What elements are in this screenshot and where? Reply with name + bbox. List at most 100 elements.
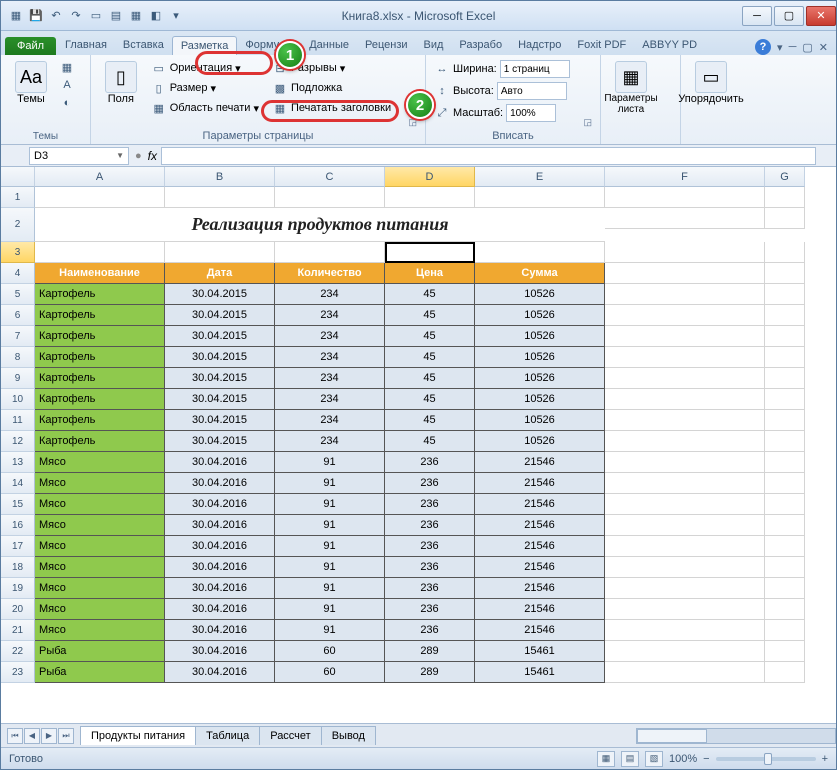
qat-icon[interactable]: ▭ xyxy=(87,7,105,25)
row-header[interactable]: 8 xyxy=(1,347,35,368)
cell-qty[interactable]: 91 xyxy=(275,557,385,578)
cell[interactable] xyxy=(765,452,805,473)
cell-date[interactable]: 30.04.2016 xyxy=(165,473,275,494)
normal-view-icon[interactable]: ▦ xyxy=(597,751,615,767)
cell[interactable] xyxy=(605,599,765,620)
zoom-out-icon[interactable]: − xyxy=(703,753,709,765)
ribbon-tab[interactable]: ABBYY PD xyxy=(634,36,705,55)
cell[interactable] xyxy=(765,410,805,431)
cell[interactable] xyxy=(605,641,765,662)
cell[interactable] xyxy=(765,431,805,452)
sheet-options-button[interactable]: ▦ Параметры листа xyxy=(607,57,655,115)
cell[interactable] xyxy=(605,389,765,410)
cell[interactable] xyxy=(35,187,165,208)
size-button[interactable]: ▯Размер ▾ xyxy=(149,79,266,97)
row-header[interactable]: 2 xyxy=(1,208,35,242)
cell-name[interactable]: Мясо xyxy=(35,536,165,557)
column-header[interactable]: B xyxy=(165,167,275,187)
row-header[interactable]: 17 xyxy=(1,536,35,557)
cell-date[interactable]: 30.04.2016 xyxy=(165,494,275,515)
cell[interactable] xyxy=(605,242,765,263)
select-all-button[interactable] xyxy=(1,167,35,187)
cell[interactable] xyxy=(765,263,805,284)
cell[interactable] xyxy=(275,187,385,208)
cell-name[interactable]: Мясо xyxy=(35,599,165,620)
row-header[interactable]: 1 xyxy=(1,187,35,208)
fonts-icon[interactable]: A xyxy=(59,77,75,93)
formula-input[interactable] xyxy=(161,147,816,165)
help-icon[interactable]: ? xyxy=(755,39,771,55)
cell[interactable] xyxy=(765,536,805,557)
cell-sum[interactable]: 21546 xyxy=(475,515,605,536)
cell-qty[interactable]: 91 xyxy=(275,620,385,641)
scale-input[interactable] xyxy=(506,104,556,122)
cell-name[interactable]: Мясо xyxy=(35,473,165,494)
row-header[interactable]: 5 xyxy=(1,284,35,305)
column-header[interactable]: A xyxy=(35,167,165,187)
cell-qty[interactable]: 234 xyxy=(275,326,385,347)
last-sheet-icon[interactable]: ⏭ xyxy=(58,728,74,744)
cell-name[interactable]: Картофель xyxy=(35,305,165,326)
cell-price[interactable]: 236 xyxy=(385,578,475,599)
cell-qty[interactable]: 60 xyxy=(275,662,385,683)
cell[interactable] xyxy=(605,515,765,536)
row-header[interactable]: 15 xyxy=(1,494,35,515)
cell-date[interactable]: 30.04.2015 xyxy=(165,347,275,368)
cell-date[interactable]: 30.04.2015 xyxy=(165,431,275,452)
orientation-button[interactable]: ▭Ориентация ▾ xyxy=(149,59,266,77)
cell[interactable] xyxy=(765,557,805,578)
cell-qty[interactable]: 91 xyxy=(275,578,385,599)
cell-name[interactable]: Мясо xyxy=(35,515,165,536)
cell-qty[interactable]: 234 xyxy=(275,347,385,368)
row-header[interactable]: 4 xyxy=(1,263,35,284)
minimize-button[interactable]: ─ xyxy=(742,6,772,26)
zoom-in-icon[interactable]: + xyxy=(822,753,828,765)
cell-name[interactable]: Мясо xyxy=(35,494,165,515)
cell-qty[interactable]: 234 xyxy=(275,368,385,389)
ribbon-tab[interactable]: Надстро xyxy=(510,36,569,55)
column-header[interactable]: E xyxy=(475,167,605,187)
next-sheet-icon[interactable]: ▶ xyxy=(41,728,57,744)
doc-max-icon[interactable]: ▢ xyxy=(802,41,812,54)
cell-qty[interactable]: 234 xyxy=(275,389,385,410)
hscrollbar[interactable] xyxy=(636,728,836,744)
row-header[interactable]: 12 xyxy=(1,431,35,452)
cell-price[interactable]: 45 xyxy=(385,347,475,368)
cell-name[interactable]: Рыба xyxy=(35,641,165,662)
cell-price[interactable]: 289 xyxy=(385,641,475,662)
cell[interactable] xyxy=(765,284,805,305)
sheet-tab[interactable]: Вывод xyxy=(321,726,376,745)
ribbon-tab[interactable]: Данные xyxy=(301,36,357,55)
maximize-button[interactable]: ▢ xyxy=(774,6,804,26)
sheet-tab[interactable]: Продукты питания xyxy=(80,726,196,745)
cell[interactable] xyxy=(605,305,765,326)
cell[interactable] xyxy=(605,452,765,473)
cell[interactable] xyxy=(605,431,765,452)
cell[interactable] xyxy=(385,187,475,208)
cell-sum[interactable]: 10526 xyxy=(475,389,605,410)
cell-sum[interactable]: 21546 xyxy=(475,473,605,494)
cell[interactable] xyxy=(765,620,805,641)
themes-button[interactable]: Aa Темы xyxy=(7,57,55,105)
row-header[interactable]: 22 xyxy=(1,641,35,662)
ribbon-tab[interactable]: Foxit PDF xyxy=(569,36,634,55)
ribbon-tab[interactable]: Разметка xyxy=(172,36,238,55)
cell-price[interactable]: 45 xyxy=(385,368,475,389)
cell-date[interactable]: 30.04.2016 xyxy=(165,515,275,536)
row-header[interactable]: 20 xyxy=(1,599,35,620)
dialog-launcher-icon[interactable]: ◲ xyxy=(408,117,417,128)
fx-icon[interactable]: fx xyxy=(148,149,157,163)
dialog-launcher-icon[interactable]: ◲ xyxy=(583,117,592,128)
prev-sheet-icon[interactable]: ◀ xyxy=(24,728,40,744)
cell[interactable] xyxy=(765,368,805,389)
cell-name[interactable]: Картофель xyxy=(35,410,165,431)
cell-date[interactable]: 30.04.2016 xyxy=(165,557,275,578)
cell[interactable] xyxy=(765,641,805,662)
cell-name[interactable]: Мясо xyxy=(35,620,165,641)
cell-price[interactable]: 236 xyxy=(385,536,475,557)
cell-name[interactable]: Картофель xyxy=(35,368,165,389)
row-header[interactable]: 11 xyxy=(1,410,35,431)
zoom-slider[interactable] xyxy=(716,757,816,761)
print-titles-button[interactable]: ▦Печатать заголовки xyxy=(270,99,419,117)
ribbon-tab[interactable]: Рецензи xyxy=(357,36,416,55)
